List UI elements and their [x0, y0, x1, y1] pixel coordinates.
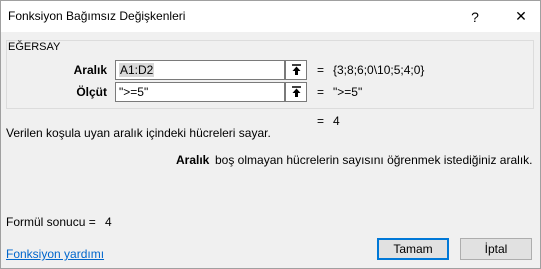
- criteria-input-value: ">=5": [119, 85, 149, 99]
- function-name-label: EĞERSAY: [8, 41, 61, 53]
- range-collapse-button[interactable]: [285, 60, 307, 80]
- criteria-collapse-button[interactable]: [285, 82, 307, 102]
- dialog-title: Fonksiyon Bağımsız Değişkenleri: [8, 9, 186, 23]
- formula-result-value: 4: [105, 215, 112, 229]
- function-description: Verilen koşula uyan aralık içindeki hücr…: [6, 126, 271, 140]
- criteria-label: Ölçüt: [76, 85, 107, 99]
- function-help-link[interactable]: Fonksiyon yardımı: [6, 247, 104, 261]
- ok-button[interactable]: Tamam: [377, 238, 449, 260]
- range-input[interactable]: A1:D2: [115, 60, 285, 80]
- collapse-dialog-arrow-icon: [291, 86, 301, 97]
- argument-help-name: Aralık: [176, 153, 210, 167]
- criteria-evaluated-value: ">=5": [333, 85, 363, 99]
- close-icon: ✕: [515, 8, 527, 24]
- argument-help-text: boş olmayan hücrelerin sayısını öğrenmek…: [215, 153, 533, 167]
- result-equals: =: [317, 114, 325, 128]
- help-button[interactable]: ?: [458, 1, 492, 32]
- range-label: Aralık: [73, 63, 107, 77]
- title-bar: Fonksiyon Bağımsız Değişkenleri ? ✕: [1, 1, 540, 32]
- criteria-input[interactable]: ">=5": [115, 82, 285, 102]
- function-arguments-dialog: Fonksiyon Bağımsız Değişkenleri ? ✕ EĞER…: [0, 0, 541, 269]
- collapse-dialog-arrow-icon: [291, 64, 301, 75]
- result-value: 4: [333, 114, 340, 128]
- range-equals: =: [317, 63, 325, 77]
- criteria-equals: =: [317, 85, 325, 99]
- range-evaluated-value: {3;8;6;0\10;5;4;0}: [333, 63, 425, 77]
- close-button[interactable]: ✕: [504, 1, 538, 32]
- question-mark-icon: ?: [471, 8, 479, 25]
- formula-result-label: Formül sonucu =: [6, 215, 96, 229]
- cancel-button[interactable]: İptal: [460, 238, 532, 260]
- range-input-value: A1:D2: [119, 63, 155, 77]
